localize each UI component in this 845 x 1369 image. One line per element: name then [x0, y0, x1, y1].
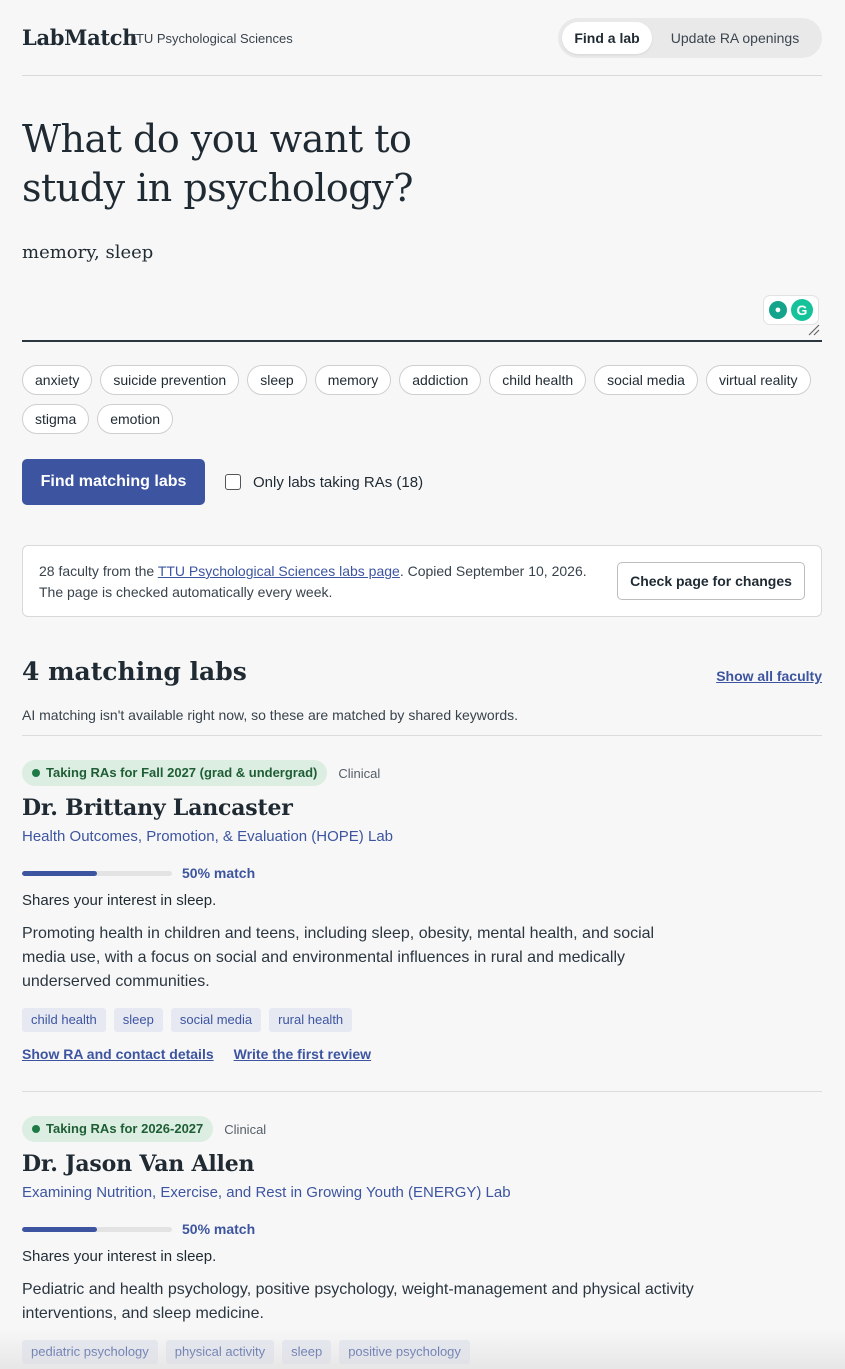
status-dot-icon — [32, 1125, 40, 1133]
search-actions: Find matching labs Only labs taking RAs … — [22, 459, 423, 505]
area-label: Clinical — [338, 765, 381, 781]
ra-status-text: Taking RAs for Fall 2027 (grad & undergr… — [46, 765, 318, 780]
lightbulb-icon[interactable]: ● — [769, 301, 787, 319]
chip-social-media[interactable]: social media — [594, 365, 698, 395]
card-meta: Taking RAs for Fall 2027 (grad & undergr… — [22, 760, 822, 786]
lab-card: Taking RAs for 2026-2027 Clinical Dr. Ja… — [22, 1116, 822, 1364]
tag: rural health — [269, 1008, 353, 1032]
suggestion-chips: anxiety suicide prevention sleep memory … — [22, 365, 822, 434]
source-info-prefix: 28 faculty from the — [39, 563, 158, 579]
ra-status-badge: Taking RAs for 2026-2027 — [22, 1116, 214, 1142]
match-bar — [22, 1226, 172, 1232]
tag: social media — [170, 1008, 262, 1032]
results-heading: 4 matching labs — [22, 657, 247, 686]
tag: child health — [22, 1008, 106, 1032]
lab-card: Taking RAs for Fall 2027 (grad & undergr… — [22, 760, 822, 1062]
lab-description: Promoting health in children and teens, … — [22, 925, 655, 990]
grammarly-icon[interactable]: G — [791, 299, 813, 321]
chip-stigma[interactable]: stigma — [22, 404, 90, 434]
chip-anxiety[interactable]: anxiety — [22, 365, 93, 395]
match-percent: 50% match — [182, 1221, 256, 1237]
find-matching-labs-button[interactable]: Find matching labs — [22, 459, 205, 505]
card-divider — [22, 1091, 822, 1092]
lab-tags: child health sleep social media rural he… — [22, 1008, 822, 1032]
match-bar-fill — [22, 1226, 97, 1232]
results-divider — [22, 735, 822, 736]
only-taking-ras-label: Only labs taking RAs (18) — [253, 473, 424, 491]
check-page-button[interactable]: Check page for changes — [617, 562, 805, 600]
match-percent: 50% match — [182, 865, 256, 881]
interest-textarea[interactable]: memory, sleep ● G — [22, 234, 822, 342]
chip-memory[interactable]: memory — [314, 365, 392, 395]
tag: sleep — [113, 1008, 163, 1032]
brand-logo[interactable]: LabMatch — [22, 25, 138, 50]
interest-textarea-value: memory, sleep — [22, 242, 154, 263]
shared-interest: Shares your interest in sleep. — [22, 892, 217, 909]
lab-name: Health Outcomes, Promotion, & Evaluation… — [22, 828, 394, 845]
tag: sleep — [282, 1340, 332, 1364]
status-dot-icon — [32, 769, 40, 777]
tag: physical activity — [165, 1340, 275, 1364]
mode-switcher: Find a lab Update RA openings — [558, 18, 822, 58]
chip-emotion[interactable]: emotion — [97, 404, 174, 434]
ra-status-text: Taking RAs for 2026-2027 — [46, 1121, 204, 1136]
show-ra-details-link[interactable]: Show RA and contact details — [22, 1046, 214, 1062]
chip-suicide-prevention[interactable]: suicide prevention — [100, 365, 240, 395]
brand-subtitle: TTU Psychological Sciences — [128, 31, 293, 46]
show-all-faculty-link[interactable]: Show all faculty — [716, 668, 822, 684]
card-links: Show RA and contact details Write the fi… — [22, 1046, 822, 1062]
source-info-text: 28 faculty from the TTU Psychological Sc… — [39, 561, 599, 603]
area-label: Clinical — [224, 1121, 267, 1137]
chip-addiction[interactable]: addiction — [399, 365, 482, 395]
matching-note: AI matching isn't available right now, s… — [22, 707, 519, 723]
page: LabMatch TTU Psychological Sciences Find… — [22, 0, 822, 1364]
lab-description: Pediatric and health psychology, positiv… — [22, 1281, 694, 1322]
shared-interest: Shares your interest in sleep. — [22, 1248, 217, 1265]
card-meta: Taking RAs for 2026-2027 Clinical — [22, 1116, 822, 1142]
grammarly-widget[interactable]: ● G — [764, 296, 818, 324]
match-bar — [22, 870, 172, 876]
only-taking-ras-toggle[interactable]: Only labs taking RAs (18) — [225, 474, 423, 491]
header: LabMatch TTU Psychological Sciences Find… — [22, 0, 822, 76]
faculty-name: Dr. Jason Van Allen — [22, 1151, 255, 1177]
source-info-panel: 28 faculty from the TTU Psychological Sc… — [22, 545, 822, 617]
tag: positive psychology — [339, 1340, 470, 1364]
labs-page-link[interactable]: TTU Psychological Sciences labs page — [158, 563, 400, 579]
tag: pediatric psychology — [22, 1340, 158, 1364]
only-taking-ras-checkbox[interactable] — [225, 474, 241, 490]
lab-tags: pediatric psychology physical activity s… — [22, 1340, 822, 1364]
chip-child-health[interactable]: child health — [489, 365, 587, 395]
write-review-link[interactable]: Write the first review — [234, 1046, 371, 1062]
ra-status-badge: Taking RAs for Fall 2027 (grad & undergr… — [22, 760, 328, 786]
match-bar-fill — [22, 870, 97, 876]
lab-name: Examining Nutrition, Exercise, and Rest … — [22, 1184, 511, 1201]
match-meter: 50% match — [22, 864, 822, 882]
page-title: What do you want to study in psychology? — [22, 117, 413, 210]
match-meter: 50% match — [22, 1220, 822, 1238]
faculty-name: Dr. Brittany Lancaster — [22, 795, 293, 821]
resize-handle-icon[interactable] — [808, 324, 820, 336]
chip-sleep[interactable]: sleep — [247, 365, 307, 395]
tab-find-a-lab[interactable]: Find a lab — [562, 22, 652, 54]
chip-virtual-reality[interactable]: virtual reality — [705, 365, 811, 395]
tab-update-ra-openings[interactable]: Update RA openings — [652, 22, 818, 54]
